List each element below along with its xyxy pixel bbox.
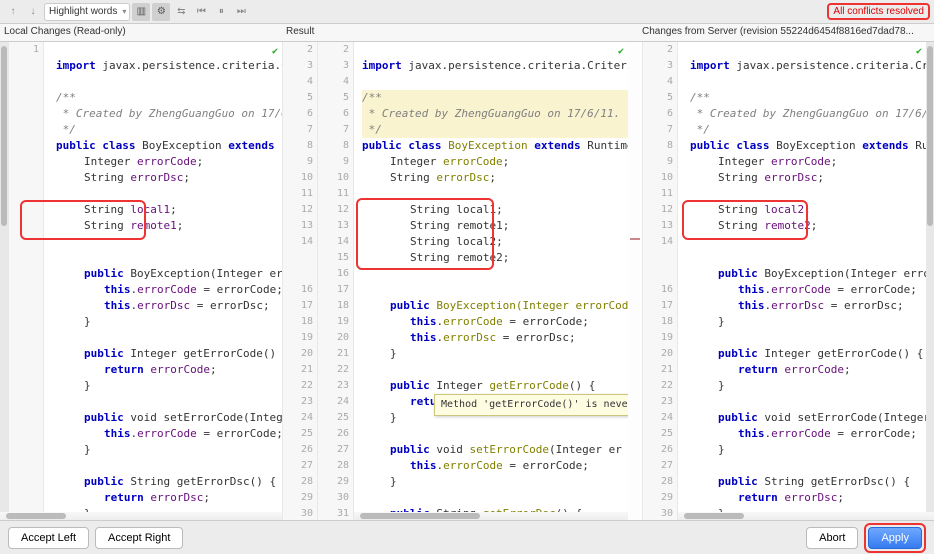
merge-panes: ✔ 1 import javax.persistence.criteria.Cr… [0,42,934,520]
gutter-mid-left: 2 3 4 5 6 7 8 9 10 11 12 13 14 16 17 18 … [282,42,318,520]
gutter-right: 2 3 4 5 6 7 8 9 10 11 12 13 14 16 17 18 … [642,42,678,520]
collapse-icon[interactable]: ▥ [132,3,150,21]
header-right: Changes from Server (revision 55224d6454… [638,24,934,41]
settings-icon[interactable]: ⚙ [152,3,170,21]
status-resolved: All conflicts resolved [827,3,930,20]
apply-button[interactable]: Apply [868,527,922,549]
gutter-left: 1 [8,42,44,512]
inspection-tooltip: Method 'getErrorCode()' is never used [434,394,628,416]
header-left: Local Changes (Read-only) [0,24,282,41]
nav-mid-icon[interactable]: ⏸ [212,3,230,21]
scrollbar-h[interactable] [678,512,934,520]
bottom-bar: Accept Left Accept Right Abort Apply [0,520,934,554]
highlight-select[interactable]: Highlight words [44,3,130,21]
sync-scroll-icon[interactable]: ⇆ [172,3,190,21]
pane-right[interactable]: ✔ import javax.persistence.criteria.Crit… [678,42,934,520]
check-icon: ✔ [916,44,922,60]
abort-button[interactable]: Abort [806,527,858,549]
check-icon: ✔ [618,44,624,60]
prev-diff-icon[interactable]: ↑ [4,3,22,21]
pane-mid[interactable]: ✔ import javax.persistence.criteria.Crit… [354,42,628,520]
scrollbar-h[interactable] [354,512,628,520]
accept-left-button[interactable]: Accept Left [8,527,89,549]
next-diff-icon[interactable]: ↓ [24,3,42,21]
toolbar: ↑ ↓ Highlight words ▥ ⚙ ⇆ ⏮ ⏸ ⏭ All conf… [0,0,934,24]
header-mid: Result [282,24,638,41]
scrollbar-h[interactable] [0,512,282,520]
nav-last-icon[interactable]: ⏭ [232,3,250,21]
apply-highlight: Apply [864,523,926,553]
check-icon: ✔ [272,44,278,60]
nav-first-icon[interactable]: ⏮ [192,3,210,21]
accept-right-button[interactable]: Accept Right [95,527,183,549]
merge-strip [628,42,642,520]
pane-headers: Local Changes (Read-only) Result Changes… [0,24,934,42]
pane-left[interactable]: ✔ 1 import javax.persistence.criteria.Cr… [0,42,282,520]
gutter-mid-right: 2 3 4 5 6 7 8 9 10 11 12 13 14 15 16 17 … [318,42,354,520]
